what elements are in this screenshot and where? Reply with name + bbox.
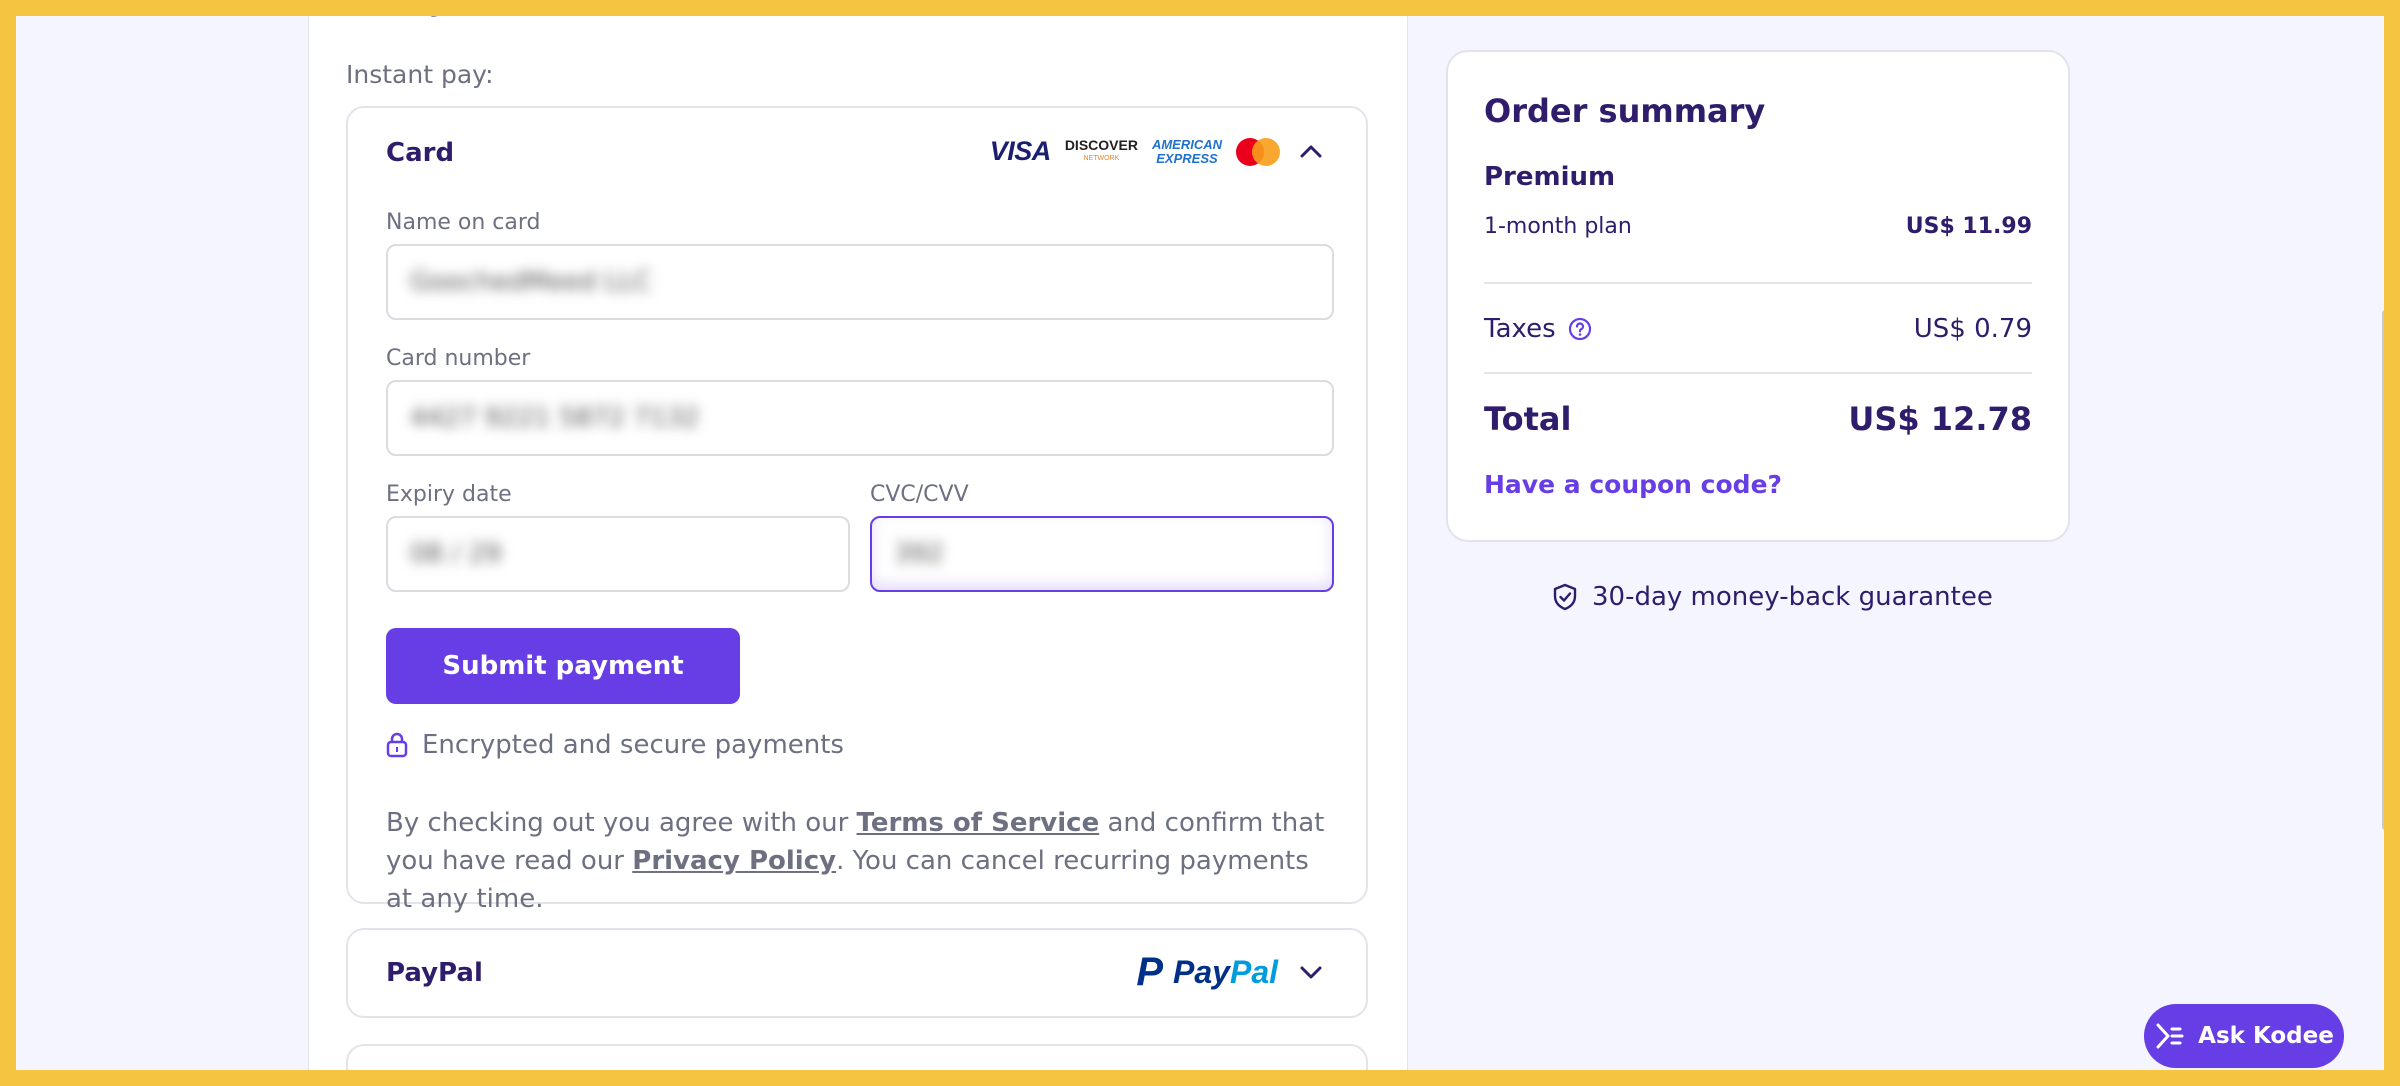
plan-row: 1-month plan US$ 11.99 — [1484, 214, 2032, 239]
summary-divider — [1484, 372, 2032, 374]
name-on-card-value: GoochedMeed LLC — [410, 267, 652, 297]
taxes-value: US$ 0.79 — [1913, 314, 2032, 344]
kodee-sparkle-icon — [2156, 1023, 2184, 1049]
paypal-payment-panel[interactable]: PayPal P PayPal — [346, 928, 1368, 1018]
name-on-card-input[interactable]: GoochedMeed LLC — [386, 244, 1334, 320]
expiry-date-input[interactable]: 08 / 29 — [386, 516, 850, 592]
ask-kodee-button[interactable]: Ask Kodee — [2144, 1004, 2344, 1068]
shield-check-icon — [1553, 583, 1577, 611]
help-icon[interactable] — [1568, 317, 1592, 341]
terms-text: By checking out you agree with our Terms… — [386, 808, 1325, 914]
coupon-code-link[interactable]: Have a coupon code? — [1484, 470, 1782, 499]
secure-payments-note: Encrypted and secure payments — [386, 730, 844, 760]
ask-kodee-label: Ask Kodee — [2198, 1023, 2334, 1049]
instant-pay-label: Instant pay: — [346, 60, 494, 89]
name-on-card-label: Name on card — [386, 210, 541, 235]
privacy-policy-link[interactable]: Privacy Policy — [632, 846, 836, 876]
card-number-label: Card number — [386, 346, 531, 371]
total-row: Total US$ 12.78 — [1484, 400, 2032, 438]
payment-title: Payment — [382, 0, 549, 18]
guarantee-text: 30-day money-back guarantee — [1592, 582, 1993, 612]
card-payment-panel: Card VISA DISCOVER NETWORK AMERICAN EXPRES… — [346, 106, 1368, 914]
paypal-logo: P PayPal — [1136, 950, 1278, 994]
summary-divider — [1484, 282, 2032, 284]
total-value: US$ 12.78 — [1848, 400, 2032, 438]
mastercard-logo — [1236, 137, 1280, 166]
payment-section-heading: Payment — [346, 0, 549, 18]
amex-logo: AMERICAN EXPRESS — [1151, 136, 1222, 166]
expiry-date-label: Expiry date — [386, 482, 512, 507]
page-scrollbar[interactable] — [2382, 310, 2388, 830]
card-number-input[interactable]: 4427 9221 5872 7132 — [386, 380, 1334, 456]
terms-of-service-link[interactable]: Terms of Service — [857, 808, 1100, 838]
plan-label: 1-month plan — [1484, 214, 1632, 239]
card-brands: VISA DISCOVER NETWORK AMERICAN EXPRESS — [990, 136, 1280, 167]
total-label: Total — [1484, 400, 1572, 438]
order-summary-card: Order summary Premium 1-month plan US$ 1… — [1446, 50, 2070, 542]
chevron-up-icon[interactable] — [1298, 138, 1324, 164]
secure-payments-text: Encrypted and secure payments — [422, 730, 844, 760]
google-pay-logo: G Pay — [1194, 1068, 1278, 1086]
google-pay-panel[interactable]: Google Pay G Pay — [346, 1044, 1368, 1086]
card-number-value: 4427 9221 5872 7132 — [410, 403, 700, 433]
expiry-date-value: 08 / 29 — [410, 539, 502, 569]
order-summary-title: Order summary — [1484, 92, 1766, 130]
visa-logo: VISA — [989, 136, 1052, 166]
discover-logo: DISCOVER NETWORK — [1064, 136, 1138, 162]
money-back-guarantee: 30-day money-back guarantee — [1552, 582, 1993, 612]
cvc-input[interactable]: 392 — [870, 516, 1334, 592]
chevron-down-icon[interactable] — [1298, 960, 1324, 986]
submit-payment-button[interactable]: Submit payment — [386, 628, 740, 704]
lock-icon — [386, 732, 408, 758]
payment-icon — [346, 0, 368, 9]
taxes-label: Taxes — [1484, 314, 1556, 344]
cvc-label: CVC/CVV — [870, 482, 969, 507]
taxes-row: Taxes US$ 0.79 — [1484, 314, 2032, 344]
plan-name: Premium — [1484, 162, 1616, 192]
google-pay-panel-title: Google Pay — [386, 1070, 550, 1086]
card-panel-title: Card — [386, 138, 455, 168]
plan-price: US$ 11.99 — [1905, 214, 2032, 239]
paypal-panel-title: PayPal — [386, 958, 483, 988]
cvc-value: 392 — [894, 539, 944, 569]
